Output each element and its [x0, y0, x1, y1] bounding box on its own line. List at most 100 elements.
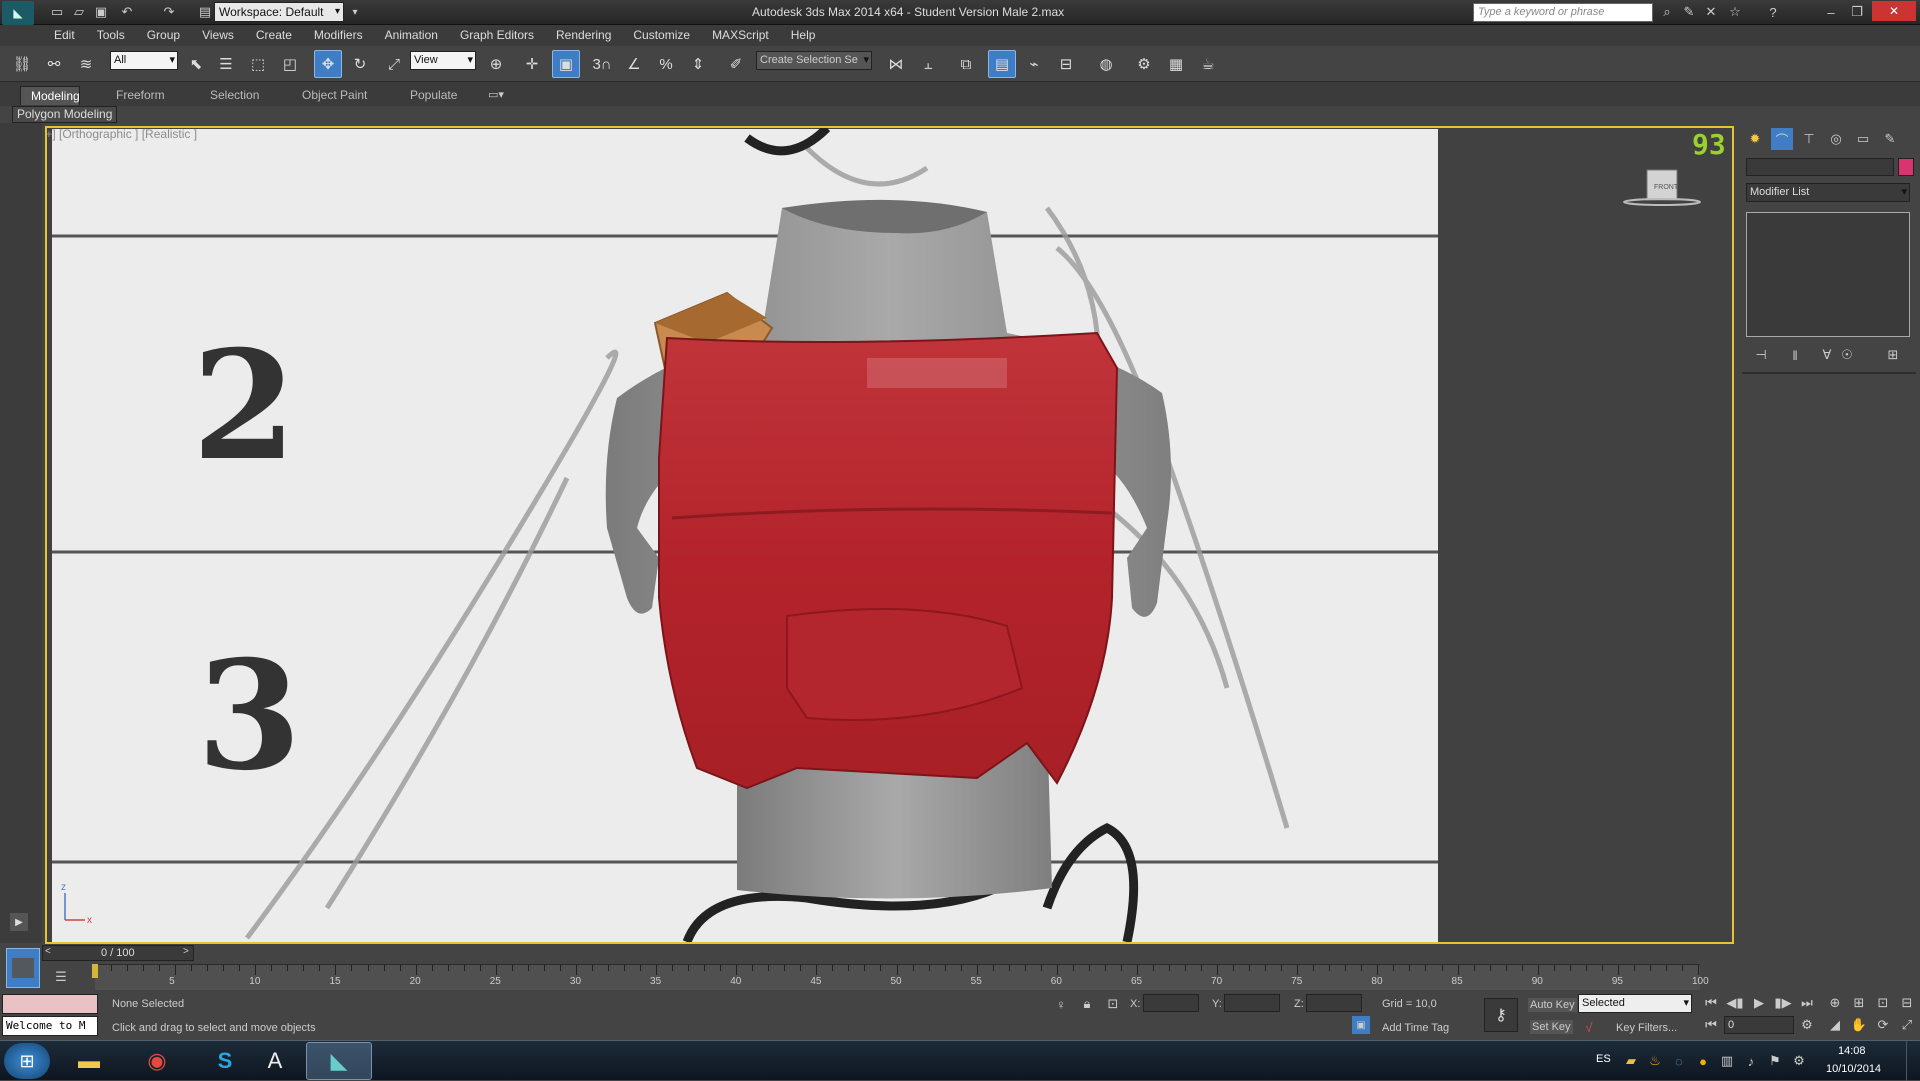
align-icon[interactable]: ⫠ — [914, 50, 942, 78]
time-tag-icon[interactable]: ▣ — [1352, 1016, 1370, 1034]
object-name-field[interactable] — [1746, 158, 1894, 176]
curve-editor-icon[interactable]: ⌁ — [1020, 50, 1048, 78]
menu-graph-editors[interactable]: Graph Editors — [449, 25, 545, 46]
modifier-stack[interactable] — [1746, 212, 1910, 337]
start-button[interactable]: ⊞ — [4, 1043, 50, 1079]
select-object-icon[interactable]: ⬉ — [182, 50, 210, 78]
menu-tools[interactable]: Tools — [86, 25, 136, 46]
next-frame-icon[interactable]: ▮▶ — [1772, 992, 1794, 1014]
minimize-window-icon[interactable]: – — [1820, 1, 1842, 23]
clock-date[interactable]: 10/10/2014 — [1826, 1063, 1881, 1075]
rectangular-selection-icon[interactable]: ⬚ — [244, 50, 272, 78]
chrome-taskbar-icon[interactable]: ◉ — [124, 1042, 190, 1080]
orbit-icon[interactable]: ⟳ — [1872, 1014, 1894, 1036]
favorites-star-icon[interactable]: ☆ — [1724, 1, 1746, 23]
layer-manager-icon[interactable]: ⧉ — [952, 50, 980, 78]
help-icon[interactable]: ? — [1762, 1, 1784, 23]
keyboard-shortcut-override-icon[interactable]: ▣ — [552, 50, 580, 78]
zoom-all-icon[interactable]: ⊞ — [1848, 992, 1870, 1014]
time-slider[interactable]: < 0 / 100 > — [42, 945, 194, 961]
key-set-dropdown[interactable]: Selected — [1578, 994, 1692, 1013]
track-bar[interactable]: 5 10 15 20 25 30 35 40 45 50 55 60 65 70 75 80 85 90 95 100 — [95, 964, 1709, 990]
time-configuration-icon[interactable]: ⚙ — [1796, 1014, 1818, 1036]
tab-populate[interactable]: Populate — [400, 86, 467, 105]
redo-icon[interactable]: ↷ — [158, 1, 180, 23]
select-and-link-icon[interactable]: ⛓ — [8, 50, 36, 78]
maximize-viewport-icon[interactable]: ⤢ — [1896, 1014, 1918, 1036]
key-mode-toggle-icon[interactable]: ⏮ — [1700, 1014, 1722, 1036]
bind-space-warp-icon[interactable]: ≋ — [72, 50, 100, 78]
select-manipulate-icon[interactable]: ✛ — [518, 50, 546, 78]
close-window-button[interactable]: ✕ — [1872, 1, 1916, 21]
play-icon[interactable]: ▶ — [1748, 992, 1770, 1014]
zoom-extents-all-icon[interactable]: ⊟ — [1896, 992, 1918, 1014]
zoom-icon[interactable]: ⊕ — [1824, 992, 1846, 1014]
modify-tab-icon[interactable]: ⌒ — [1771, 128, 1793, 150]
select-and-move-icon[interactable]: ✥ — [314, 50, 342, 78]
pin-stack-icon[interactable]: ⊣ — [1750, 344, 1772, 366]
menu-modifiers[interactable]: Modifiers — [303, 25, 374, 46]
menu-animation[interactable]: Animation — [374, 25, 449, 46]
project-folder-icon[interactable]: ▤ — [194, 1, 216, 23]
tray-flame-icon[interactable]: ♨ — [1644, 1050, 1666, 1072]
snaps-toggle-icon[interactable]: 3 ∩ — [588, 50, 616, 78]
object-color-swatch[interactable] — [1898, 158, 1914, 176]
schematic-view-icon[interactable]: ⊟ — [1052, 50, 1080, 78]
z-coordinate-field[interactable] — [1306, 994, 1362, 1012]
menu-customize[interactable]: Customize — [622, 25, 701, 46]
time-slider-prev-icon[interactable]: < — [45, 946, 51, 957]
subscription-center-icon[interactable]: ✎ — [1678, 1, 1700, 23]
language-indicator[interactable]: ES — [1596, 1053, 1611, 1065]
mini-curve-editor-button[interactable] — [6, 948, 40, 988]
pivot-center-icon[interactable]: ⊕ — [482, 50, 510, 78]
maxscript-listener-pink[interactable] — [2, 994, 98, 1014]
go-to-end-icon[interactable]: ⏭ — [1796, 992, 1818, 1014]
render-setup-icon[interactable]: ⚙ — [1130, 50, 1158, 78]
make-unique-icon[interactable]: ∀ — [1816, 344, 1838, 366]
tray-folder-icon[interactable]: ▰ — [1620, 1050, 1642, 1072]
viewport-label[interactable]: [+] [Orthographic ] [Realistic ] — [47, 128, 197, 141]
communication-center-icon[interactable]: ✕ — [1700, 1, 1722, 23]
utilities-tab-icon[interactable]: ✎ — [1879, 128, 1901, 150]
open-file-icon[interactable]: ▱ — [68, 1, 90, 23]
current-frame-field[interactable]: 0 — [1724, 1016, 1794, 1034]
graphite-ribbon-icon[interactable]: ▤ — [988, 50, 1016, 78]
quick-access-dropdown-icon[interactable]: ▾ — [344, 1, 366, 23]
tab-freeform[interactable]: Freeform — [106, 86, 175, 105]
tray-volume-icon[interactable]: ♪ — [1740, 1050, 1762, 1072]
show-end-result-icon[interactable]: ‖ — [1784, 344, 1806, 366]
tray-flag-icon[interactable]: ⚑ — [1764, 1050, 1786, 1072]
key-filters-button[interactable]: Key Filters... — [1616, 1022, 1677, 1034]
create-tab-icon[interactable]: ✹ — [1744, 128, 1766, 150]
window-crossing-icon[interactable]: ◰ — [276, 50, 304, 78]
selection-filter-dropdown[interactable]: All — [110, 51, 178, 70]
clock-time[interactable]: 14:08 — [1838, 1045, 1866, 1057]
polygon-modeling-panel[interactable]: Polygon Modeling — [12, 106, 118, 123]
configure-modifier-sets-icon[interactable]: ⊞ — [1882, 344, 1904, 366]
motion-tab-icon[interactable]: ◎ — [1825, 128, 1847, 150]
select-and-rotate-icon[interactable]: ↻ — [346, 50, 374, 78]
menu-views[interactable]: Views — [191, 25, 245, 46]
autocad-taskbar-icon[interactable]: A — [242, 1042, 308, 1080]
default-tangent-icon[interactable]: √ — [1578, 1016, 1600, 1038]
hierarchy-tab-icon[interactable]: ⊤ — [1798, 128, 1820, 150]
selection-lock-icon[interactable]: 🔒︎ — [1076, 993, 1098, 1015]
angle-snap-icon[interactable]: ∠ — [620, 50, 648, 78]
undo-icon[interactable]: ↶ — [116, 1, 138, 23]
tab-modeling[interactable]: Modeling — [20, 86, 80, 105]
select-and-scale-icon[interactable]: ⤢ — [380, 50, 408, 78]
workspace-dropdown[interactable]: Workspace: Default ▾ — [214, 2, 344, 22]
menu-edit[interactable]: Edit — [43, 25, 86, 46]
tray-warning-icon[interactable]: ● — [1692, 1050, 1714, 1072]
app-menu-button[interactable]: ◣ — [2, 1, 34, 25]
reference-coordinate-dropdown[interactable]: View — [410, 51, 476, 70]
named-selection-dropdown[interactable]: Create Selection Se — [756, 51, 872, 70]
rendered-frame-window-icon[interactable]: ▦ — [1162, 50, 1190, 78]
remove-modifier-icon[interactable]: ☉ — [1836, 344, 1858, 366]
search-binoculars-icon[interactable]: ⌕ — [1656, 1, 1678, 23]
menu-help[interactable]: Help — [780, 25, 827, 46]
menu-create[interactable]: Create — [245, 25, 303, 46]
3dsmax-taskbar-icon[interactable]: ◣ — [306, 1042, 372, 1080]
edit-named-selection-icon[interactable]: ✐ — [722, 50, 750, 78]
tab-selection[interactable]: Selection — [200, 86, 269, 105]
